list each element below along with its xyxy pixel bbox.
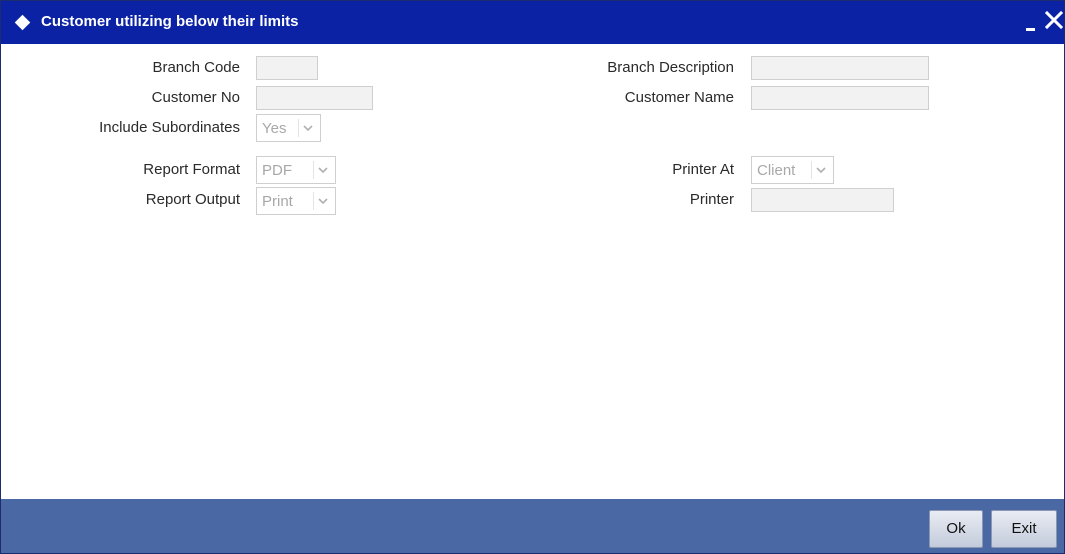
chevron-down-icon	[313, 192, 332, 210]
chevron-down-icon	[298, 119, 317, 137]
printer-at-select[interactable]: Client	[751, 156, 834, 184]
include-subordinates-select[interactable]: Yes	[256, 114, 321, 142]
customer-no-field[interactable]	[256, 86, 373, 110]
footer-bar: Ok Exit	[1, 499, 1064, 553]
printer-field[interactable]	[751, 188, 894, 212]
window-title: Customer utilizing below their limits	[41, 13, 299, 30]
chevron-down-icon	[313, 161, 332, 179]
close-icon[interactable]	[1044, 10, 1064, 30]
diamond-icon	[14, 14, 31, 31]
customer-name-field[interactable]	[751, 86, 929, 110]
printer-at-value: Client	[757, 162, 796, 179]
exit-button[interactable]: Exit	[991, 510, 1057, 548]
report-format-label: Report Format	[143, 161, 240, 178]
branch-code-field[interactable]	[256, 56, 318, 80]
report-window: Customer utilizing below their limits Br…	[0, 0, 1065, 554]
report-output-select[interactable]: Print	[256, 187, 336, 215]
chevron-down-icon	[811, 161, 830, 179]
customer-name-label: Customer Name	[624, 89, 734, 106]
report-output-value: Print	[262, 193, 293, 210]
report-output-label: Report Output	[145, 191, 240, 208]
printer-label: Printer	[689, 191, 734, 208]
branch-description-field[interactable]	[751, 56, 929, 80]
customer-no-label: Customer No	[151, 89, 240, 106]
include-subordinates-label: Include Subordinates	[99, 119, 240, 136]
report-format-select[interactable]: PDF	[256, 156, 336, 184]
include-subordinates-value: Yes	[262, 120, 287, 137]
branch-description-label: Branch Description	[607, 59, 734, 76]
branch-code-label: Branch Code	[152, 59, 240, 76]
printer-at-label: Printer At	[672, 161, 734, 178]
title-bar[interactable]: Customer utilizing below their limits	[1, 1, 1064, 44]
report-format-value: PDF	[262, 162, 292, 179]
minimize-icon[interactable]	[1026, 28, 1035, 31]
ok-button[interactable]: Ok	[929, 510, 983, 548]
